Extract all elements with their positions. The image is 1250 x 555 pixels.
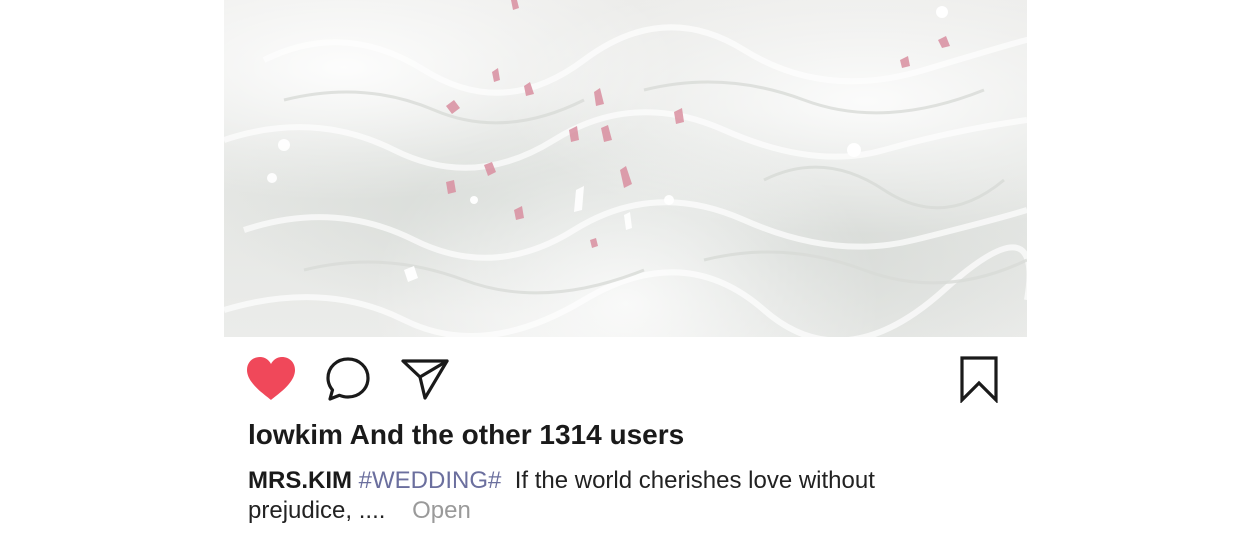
like-button[interactable] bbox=[244, 352, 298, 406]
caption-author[interactable]: MRS.KIM bbox=[248, 467, 352, 494]
share-button[interactable] bbox=[398, 352, 452, 406]
caption-open-link[interactable]: Open bbox=[412, 497, 471, 524]
comment-button[interactable] bbox=[321, 352, 375, 406]
paper-plane-icon bbox=[401, 359, 449, 400]
post-caption: MRS.KIM #WEDDING# If the world cherishes… bbox=[248, 466, 948, 526]
caption-hashtag[interactable]: #WEDDING# bbox=[359, 467, 502, 494]
likes-summary[interactable]: lowkim And the other 1314 users bbox=[248, 419, 684, 451]
post-photo[interactable] bbox=[224, 0, 1027, 337]
post-card: lowkim And the other 1314 users MRS.KIM … bbox=[224, 0, 1027, 555]
bookmark-icon bbox=[960, 356, 998, 403]
confetti-overlay bbox=[224, 0, 1027, 337]
comment-bubble-icon bbox=[326, 357, 370, 401]
post-action-bar bbox=[224, 352, 1027, 408]
save-button[interactable] bbox=[952, 352, 1006, 406]
heart-filled-icon bbox=[247, 357, 295, 400]
feed-screen: lowkim And the other 1314 users MRS.KIM … bbox=[0, 0, 1250, 555]
